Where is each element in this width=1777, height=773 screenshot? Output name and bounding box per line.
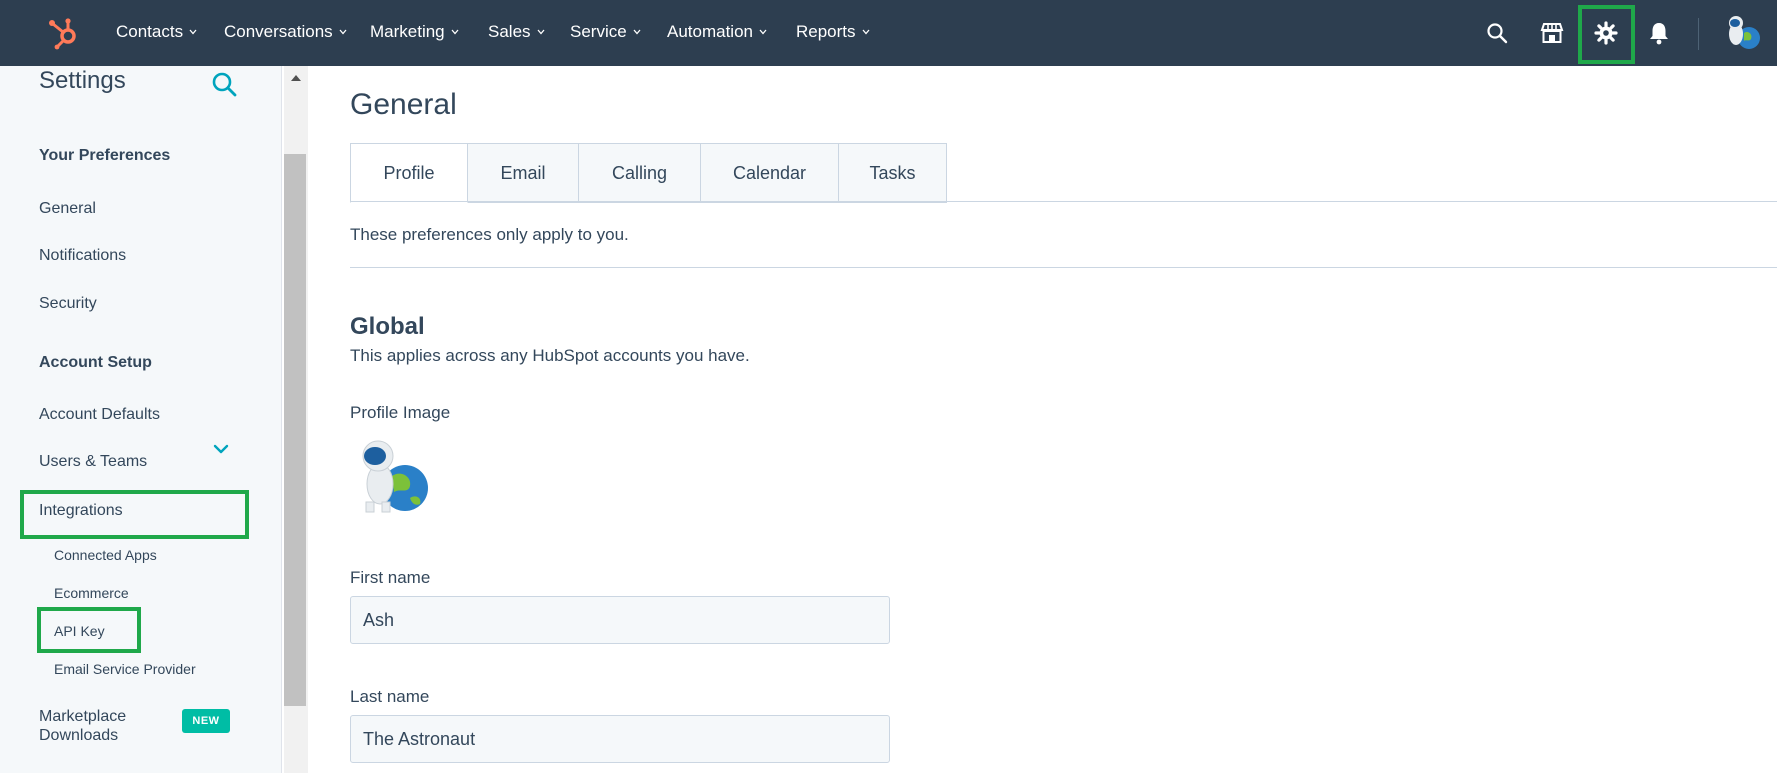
sidebar-scrollbar[interactable] [284, 66, 308, 773]
search-icon[interactable] [209, 70, 239, 100]
tabs-underline [350, 201, 1777, 202]
sidebar-subitem-ecommerce[interactable]: Ecommerce [54, 585, 129, 601]
nav-marketing-label: Marketing [370, 22, 445, 41]
chevron-down-icon [451, 29, 459, 35]
global-section-title: Global [350, 313, 425, 340]
section-divider [350, 267, 1777, 268]
profile-image[interactable] [350, 432, 436, 518]
chevron-down-icon [339, 29, 347, 35]
nav-contacts[interactable]: Contacts [116, 22, 197, 42]
last-name-label: Last name [350, 687, 430, 706]
nav-service[interactable]: Service [570, 22, 641, 42]
sidebar-item-security[interactable]: Security [39, 295, 97, 313]
marketplace-icon [1540, 23, 1564, 43]
page-title: General [350, 88, 457, 121]
last-name-field[interactable] [350, 715, 890, 763]
nav-sales[interactable]: Sales [488, 22, 545, 42]
nav-sales-label: Sales [488, 22, 531, 41]
settings-button[interactable] [1591, 18, 1621, 48]
user-avatar[interactable] [1722, 12, 1764, 54]
preferences-note: These preferences only apply to you. [350, 225, 629, 244]
chevron-down-icon[interactable] [212, 440, 230, 458]
profile-image-label: Profile Image [350, 403, 451, 422]
global-section-description: This applies across any HubSpot accounts… [350, 346, 750, 365]
nav-conversations-label: Conversations [224, 22, 333, 41]
global-search-button[interactable] [1482, 18, 1512, 48]
notifications-button[interactable] [1644, 18, 1674, 48]
tab-email[interactable]: Email [468, 143, 579, 203]
nav-service-label: Service [570, 22, 627, 41]
sidebar-heading-your-preferences: Your Preferences [39, 147, 171, 164]
settings-sidebar: Settings Your Preferences General Notifi… [0, 66, 282, 773]
chevron-down-icon [537, 29, 545, 35]
chevron-down-icon [633, 29, 641, 35]
chevron-down-icon [862, 29, 870, 35]
sidebar-subitem-connected-apps[interactable]: Connected Apps [54, 547, 157, 563]
scroll-thumb[interactable] [284, 154, 306, 706]
gear-icon [1594, 21, 1618, 45]
nav-contacts-label: Contacts [116, 22, 184, 41]
top-navigation-bar: Contacts Conversations Marketing Sales S… [0, 0, 1777, 66]
search-icon [1487, 23, 1508, 44]
first-name-label: First name [350, 568, 431, 587]
nav-reports-label: Reports [796, 22, 856, 41]
sidebar-item-marketplace-downloads[interactable]: Marketplace Downloads [39, 707, 126, 745]
tab-calling[interactable]: Calling [579, 143, 701, 203]
nav-reports[interactable]: Reports [796, 22, 870, 42]
nav-automation-label: Automation [667, 22, 753, 41]
marketplace-label-line2: Downloads [39, 727, 119, 744]
nav-marketing[interactable]: Marketing [370, 22, 459, 42]
marketplace-button[interactable] [1537, 18, 1567, 48]
sidebar-item-integrations[interactable]: Integrations [39, 502, 123, 520]
hubspot-logo-icon[interactable] [46, 14, 82, 50]
sidebar-subitem-email-service-provider[interactable]: Email Service Provider [54, 661, 196, 677]
tab-calendar[interactable]: Calendar [701, 143, 839, 203]
sidebar-subitem-api-key[interactable]: API Key [54, 623, 105, 639]
preferences-tabs: Profile Email Calling Calendar Tasks [350, 143, 947, 203]
sidebar-item-general[interactable]: General [39, 200, 96, 218]
sidebar-item-account-defaults[interactable]: Account Defaults [39, 406, 160, 424]
caret-up-icon [291, 74, 301, 81]
sidebar-item-notifications[interactable]: Notifications [39, 247, 126, 265]
nav-divider [1698, 18, 1699, 50]
chevron-down-icon [759, 29, 767, 35]
first-name-field[interactable] [350, 596, 890, 644]
sidebar-item-users-teams[interactable]: Users & Teams [39, 453, 147, 471]
new-badge: NEW [182, 709, 230, 733]
bell-icon [1650, 23, 1668, 45]
tab-tasks[interactable]: Tasks [839, 143, 947, 203]
nav-conversations[interactable]: Conversations [224, 22, 347, 42]
nav-automation[interactable]: Automation [667, 22, 767, 42]
sidebar-title: Settings [39, 67, 126, 94]
marketplace-label-line1: Marketplace [39, 708, 127, 725]
tab-profile[interactable]: Profile [350, 143, 468, 203]
sidebar-heading-account-setup: Account Setup [39, 354, 152, 371]
scroll-up-arrow[interactable] [284, 70, 308, 84]
chevron-down-icon [189, 29, 197, 35]
